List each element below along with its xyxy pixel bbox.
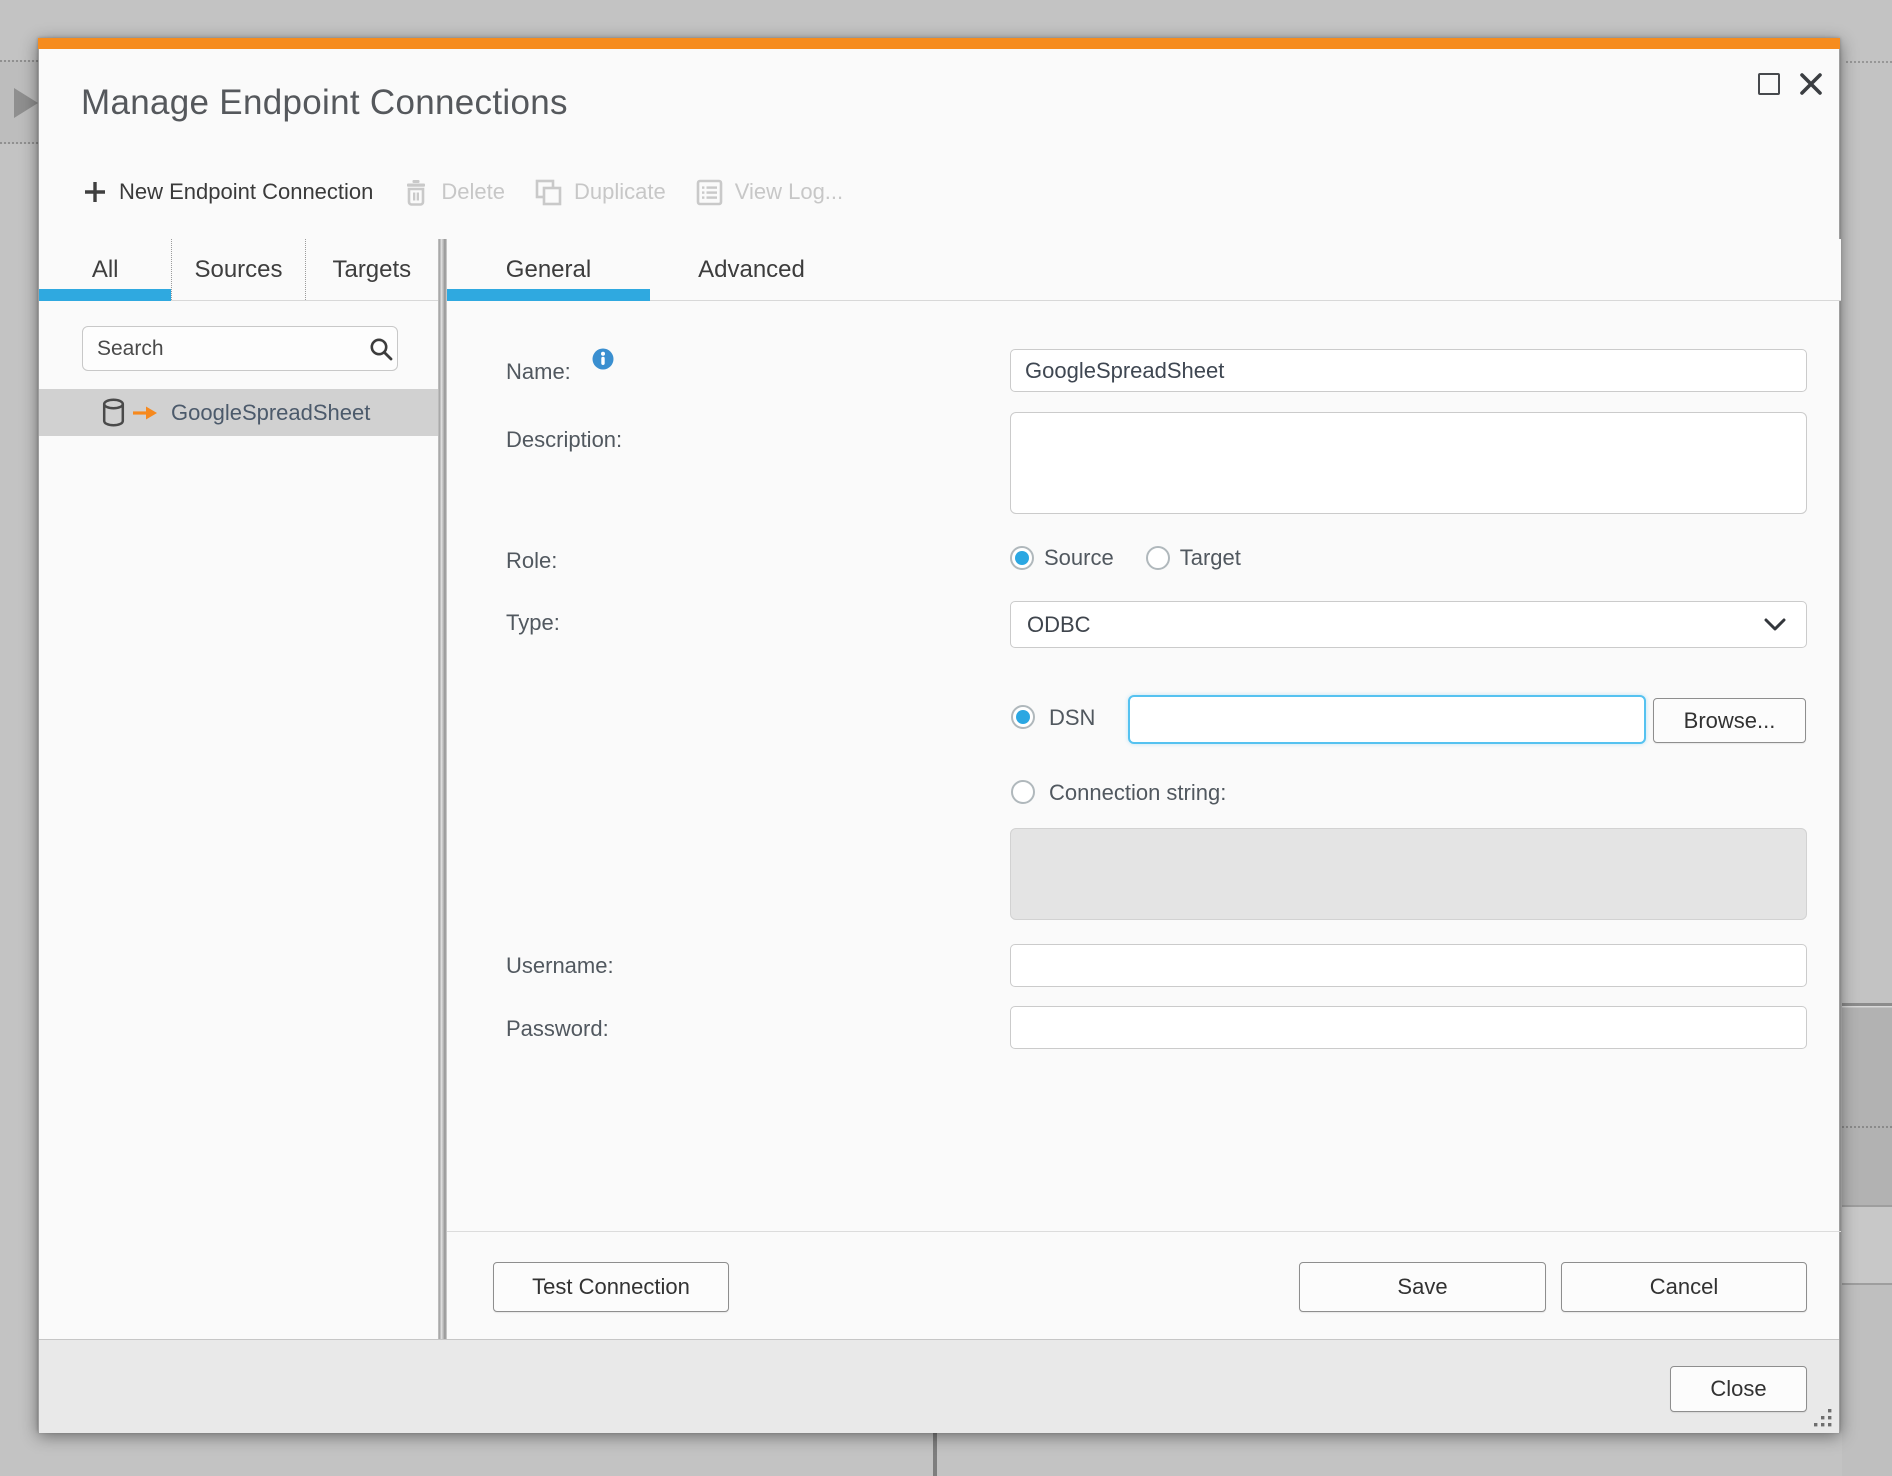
source-arrow-icon [132, 404, 159, 422]
dialog-footer: Close [39, 1339, 1839, 1433]
password-label: Password: [506, 1016, 609, 1042]
connection-list-item[interactable]: GoogleSpreadSheet [39, 389, 438, 436]
tab-targets-label: Targets [332, 256, 411, 284]
connection-string-radio[interactable] [1011, 780, 1035, 804]
log-list-icon [696, 179, 723, 206]
chevron-down-icon [1764, 618, 1786, 632]
manage-endpoint-connections-dialog: Manage Endpoint Connections New Endpoint… [38, 38, 1840, 1432]
tab-sources-label: Sources [194, 256, 282, 284]
tab-all[interactable]: All [39, 239, 171, 300]
role-label: Role: [506, 548, 557, 574]
username-label: Username: [506, 953, 614, 979]
username-input[interactable] [1010, 944, 1807, 987]
maximize-icon[interactable] [1758, 73, 1780, 95]
dsn-radio[interactable] [1011, 705, 1035, 729]
background-dotted-line [1842, 1126, 1892, 1128]
save-button[interactable]: Save [1299, 1262, 1546, 1312]
sidebar-tabs: All Sources Targets [39, 239, 438, 301]
database-icon [101, 398, 126, 427]
delete-label: Delete [441, 179, 505, 205]
new-endpoint-connection-button[interactable]: New Endpoint Connection [83, 179, 373, 205]
source-radio[interactable] [1010, 546, 1034, 570]
dsn-radio-label: DSN [1049, 705, 1095, 731]
tab-targets[interactable]: Targets [305, 239, 438, 300]
background-grid-edge [1842, 0, 1892, 1476]
close-icon[interactable] [1798, 71, 1824, 97]
dialog-toolbar: New Endpoint Connection Delete [83, 169, 843, 215]
name-input[interactable] [1010, 349, 1807, 392]
duplicate-button[interactable]: Duplicate [535, 179, 666, 206]
target-radio-label: Target [1180, 545, 1241, 571]
actions-separator [447, 1231, 1841, 1232]
cancel-button[interactable]: Cancel [1561, 1262, 1807, 1312]
plus-icon [83, 180, 107, 204]
background-grid-band [1842, 1008, 1892, 1205]
search-icon [368, 336, 394, 362]
tab-sources[interactable]: Sources [171, 239, 304, 300]
type-label: Type: [506, 610, 560, 636]
play-triangle-icon [14, 88, 38, 118]
description-label: Description: [506, 427, 622, 453]
browse-button[interactable]: Browse... [1653, 698, 1806, 743]
tab-all-label: All [92, 256, 119, 284]
background-grid-line [1842, 1003, 1892, 1007]
dialog-accent-bar [38, 38, 1840, 49]
main-tabs: General Advanced [447, 239, 1841, 301]
tab-general-label: General [506, 256, 591, 284]
connection-string-radio-label: Connection string: [1049, 780, 1226, 806]
connection-string-textarea[interactable] [1010, 828, 1807, 920]
trash-icon [403, 179, 429, 206]
view-log-button[interactable]: View Log... [696, 179, 843, 206]
description-textarea[interactable] [1010, 412, 1807, 514]
type-select[interactable]: ODBC [1010, 601, 1807, 648]
view-log-label: View Log... [735, 179, 843, 205]
tab-advanced[interactable]: Advanced [650, 239, 853, 300]
info-icon[interactable] [592, 348, 614, 370]
resize-grip[interactable] [1813, 1408, 1833, 1428]
role-radio-group: Source Target [1010, 545, 1241, 571]
tab-advanced-label: Advanced [698, 256, 805, 284]
duplicate-label: Duplicate [574, 179, 666, 205]
close-button[interactable]: Close [1670, 1366, 1807, 1412]
source-radio-label: Source [1044, 545, 1114, 571]
background-grid-band [1842, 1285, 1892, 1476]
target-radio[interactable] [1146, 546, 1170, 570]
dsn-input[interactable] [1128, 695, 1646, 744]
name-label: Name: [506, 359, 571, 385]
delete-button[interactable]: Delete [403, 179, 505, 206]
tab-general[interactable]: General [447, 239, 650, 300]
dialog-title: Manage Endpoint Connections [81, 83, 568, 123]
type-select-value: ODBC [1027, 612, 1764, 638]
background-grid-band [1842, 1207, 1892, 1283]
duplicate-icon [535, 179, 562, 206]
sidebar-splitter[interactable] [438, 239, 447, 1339]
search-input[interactable] [97, 337, 368, 361]
new-endpoint-connection-label: New Endpoint Connection [119, 179, 373, 205]
password-input[interactable] [1010, 1006, 1807, 1049]
test-connection-button[interactable]: Test Connection [493, 1262, 729, 1312]
connection-name: GoogleSpreadSheet [171, 400, 370, 426]
background-column-divider [933, 1432, 937, 1476]
search-box [82, 326, 398, 371]
